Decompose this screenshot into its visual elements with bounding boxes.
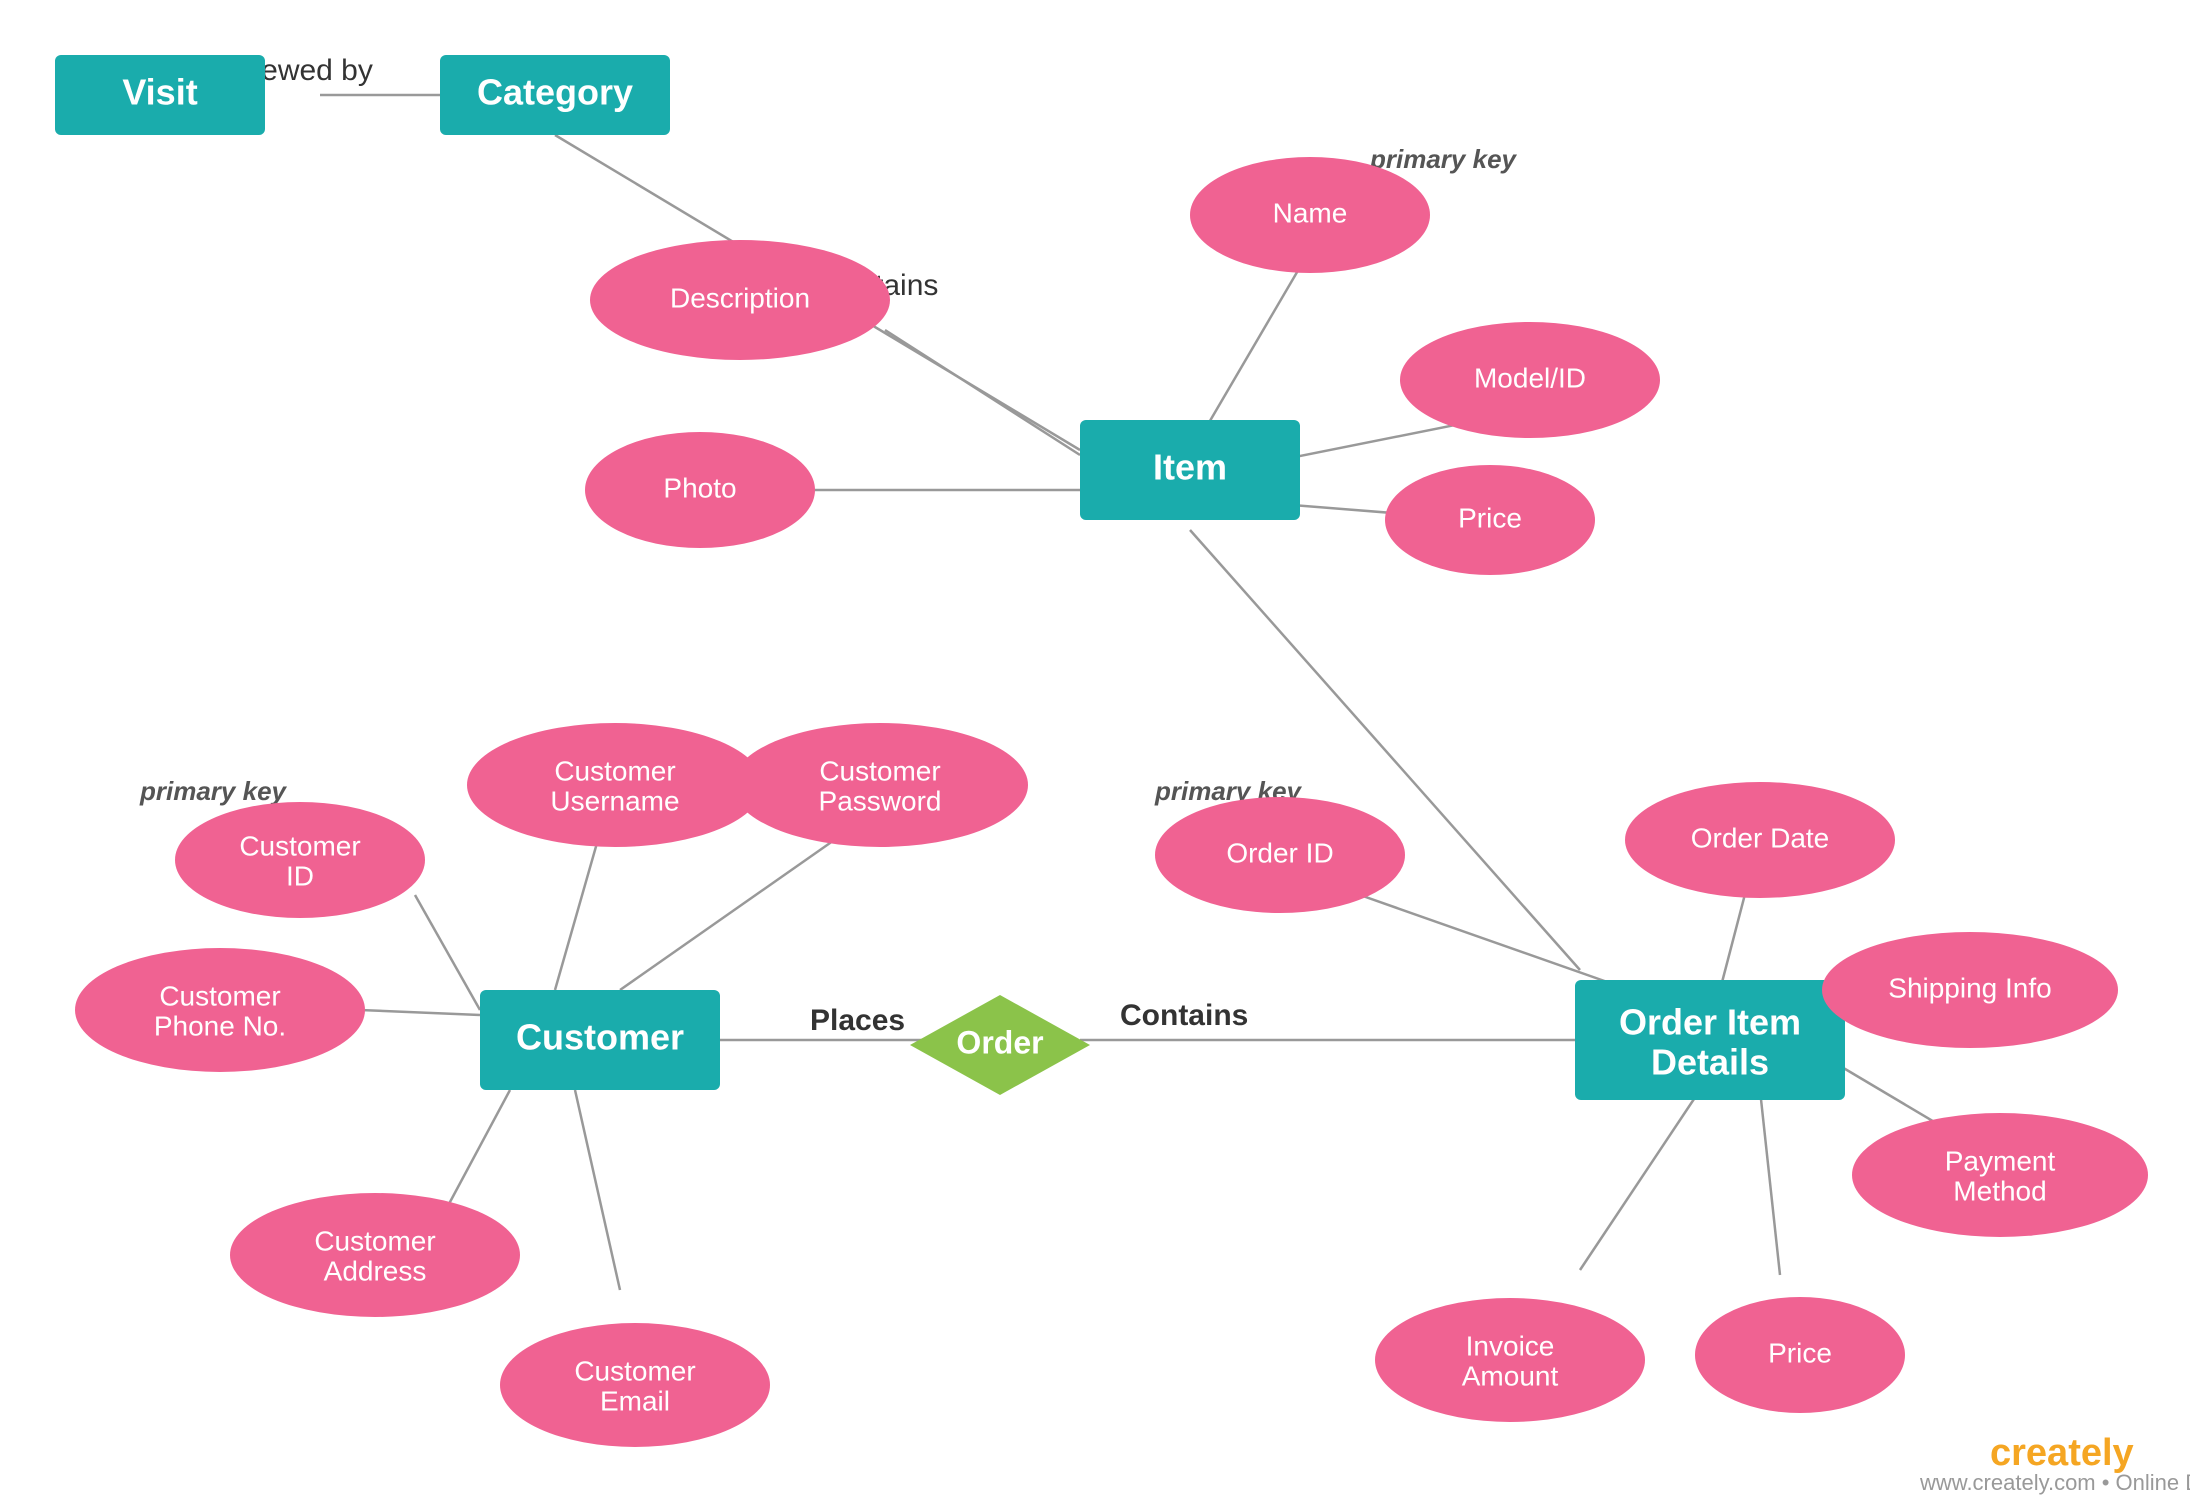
attr-shipping-info-label: Shipping Info bbox=[1888, 972, 2051, 1003]
attr-order-id-label: Order ID bbox=[1226, 837, 1333, 868]
diamond-order-label: Order bbox=[956, 1024, 1043, 1060]
attr-customer-id-label: Customer bbox=[239, 830, 360, 861]
attr-payment-method-label: Payment bbox=[1945, 1145, 2056, 1176]
attr-order-date-label: Order Date bbox=[1691, 822, 1830, 853]
places-label: Places bbox=[810, 1004, 905, 1037]
entity-category-label: Category bbox=[477, 72, 633, 113]
attr-name-label: Name bbox=[1273, 197, 1348, 228]
attr-customer-password-label: Customer bbox=[819, 755, 940, 786]
entity-item-label: Item bbox=[1153, 447, 1227, 488]
attr-description-label: Description bbox=[670, 282, 810, 313]
svg-text:Username: Username bbox=[550, 785, 679, 816]
svg-text:Phone No.: Phone No. bbox=[154, 1010, 286, 1041]
pk-label-item: primary key bbox=[1369, 144, 1518, 174]
contains-order-label: Contains bbox=[1120, 999, 1248, 1032]
attr-customer-email-label: Customer bbox=[574, 1355, 695, 1386]
svg-text:Details: Details bbox=[1651, 1042, 1769, 1083]
attr-customer-username-label: Customer bbox=[554, 755, 675, 786]
creately-brand: creately bbox=[1990, 1432, 2134, 1474]
svg-text:Method: Method bbox=[1953, 1175, 2046, 1206]
attr-customer-address-label: Customer bbox=[314, 1225, 435, 1256]
pk-label-customer: primary key bbox=[139, 776, 288, 806]
attr-customer-phone-label: Customer bbox=[159, 980, 280, 1011]
attr-model-id-label: Model/ID bbox=[1474, 362, 1586, 393]
creately-url: www.creately.com • Online Diagramming bbox=[1919, 1470, 2190, 1495]
svg-text:Address: Address bbox=[324, 1255, 427, 1286]
entity-customer-label: Customer bbox=[516, 1017, 684, 1058]
attr-photo-label: Photo bbox=[663, 472, 736, 503]
attr-price-item-label: Price bbox=[1458, 502, 1522, 533]
entity-order-item-details-label: Order Item bbox=[1619, 1002, 1801, 1043]
entity-visit-label: Visit bbox=[122, 72, 197, 113]
attr-invoice-amount-label: Invoice bbox=[1466, 1330, 1555, 1361]
svg-text:Email: Email bbox=[600, 1385, 670, 1416]
attr-price-order-label: Price bbox=[1768, 1337, 1832, 1368]
svg-text:Password: Password bbox=[819, 785, 942, 816]
svg-text:Amount: Amount bbox=[1462, 1360, 1559, 1391]
svg-text:ID: ID bbox=[286, 860, 314, 891]
